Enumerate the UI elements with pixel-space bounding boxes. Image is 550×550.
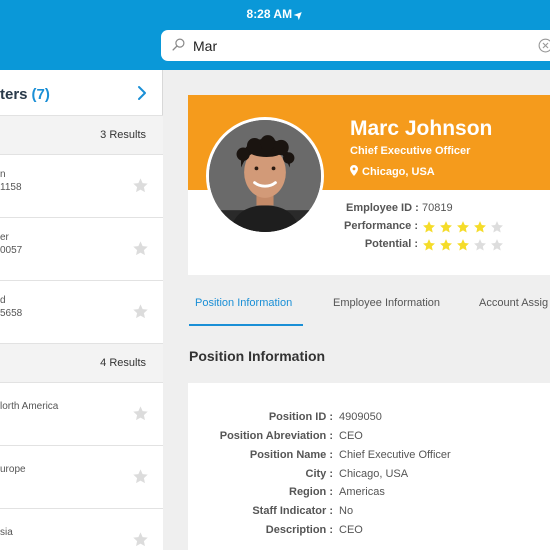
favorite-star-icon[interactable] (132, 177, 149, 194)
potential-label: Potential : (364, 238, 418, 250)
performance-rating (422, 220, 504, 234)
status-time-text: 8:28 AM (246, 7, 293, 21)
star-filled-icon (423, 221, 435, 233)
chevron-right-icon[interactable] (136, 85, 148, 101)
performance-label: Performance : (344, 220, 418, 232)
location-pin-icon (350, 165, 358, 176)
list-item[interactable]: er 0057 (0, 218, 163, 281)
detail-tabs: Position Information Employee Informatio… (188, 285, 550, 327)
section-title: Position Information (189, 348, 326, 364)
position-id-value: 4909050 (339, 411, 382, 423)
position-id-label: Position ID : (268, 411, 333, 423)
list-item[interactable]: d 5658 (0, 281, 163, 344)
star-filled-icon (474, 221, 486, 233)
list-item-id: 5658 (0, 308, 23, 319)
tab-position-information[interactable]: Position Information (195, 285, 292, 325)
star-empty-icon (491, 239, 503, 251)
list-item[interactable]: n 1158 (0, 155, 163, 218)
potential-rating (422, 238, 504, 252)
status-bar-time: 8:28 AM➤ (0, 7, 550, 23)
list-item-id: 0057 (0, 245, 23, 256)
city-value: Chicago, USA (339, 468, 409, 480)
results-list-title: ters (7) (0, 86, 50, 103)
star-empty-icon (491, 221, 503, 233)
results-list-header[interactable]: ters (7) (0, 70, 163, 116)
list-item-name: d (0, 295, 6, 306)
favorite-star-icon[interactable] (132, 531, 149, 548)
staff-indicator-label: Staff Indicator : (252, 505, 333, 517)
position-name-value: Chief Executive Officer (339, 449, 451, 461)
top-bar: 8:28 AM➤ (0, 0, 550, 70)
employee-id-value: 70819 (422, 202, 453, 214)
employee-name: Marc Johnson (350, 117, 493, 140)
avatar-photo (209, 120, 321, 232)
search-input[interactable] (193, 30, 523, 61)
list-item[interactable]: urope (0, 446, 163, 509)
employee-profile-card: Marc Johnson Chief Executive Officer Chi… (188, 95, 550, 275)
employee-title: Chief Executive Officer (350, 145, 471, 157)
region-value: Americas (339, 486, 385, 498)
list-item-name: sia (0, 527, 13, 538)
section-header-1: 3 Results (0, 116, 163, 155)
section-results-count: 3 Results (100, 129, 146, 141)
section-header-2: 4 Results (0, 344, 163, 383)
favorite-star-icon[interactable] (132, 240, 149, 257)
star-filled-icon (440, 221, 452, 233)
staff-indicator-value: No (339, 505, 354, 517)
position-name-label: Position Name : (249, 449, 333, 461)
location-arrow-icon: ➤ (292, 8, 307, 23)
list-item-id: 1158 (0, 182, 22, 193)
position-info-card: Position ID : 4909050 Position Abreviati… (188, 383, 550, 550)
tab-employee-information[interactable]: Employee Information (333, 285, 440, 325)
favorite-star-icon[interactable] (132, 303, 149, 320)
region-label: Region : (289, 486, 333, 498)
employee-location: Chicago, USA (350, 165, 435, 178)
list-item-name: n (0, 169, 6, 180)
search-icon (172, 38, 185, 51)
list-item[interactable]: sia (0, 509, 163, 550)
employee-location-text: Chicago, USA (362, 166, 435, 178)
position-abbreviation-label: Position Abreviation : (219, 430, 333, 442)
results-list-title-text: ters (0, 86, 28, 103)
results-list-panel: ters (7) 3 Results n 1158 er 0057 d 5658 … (0, 70, 163, 550)
clear-search-icon[interactable] (538, 38, 550, 53)
results-count: (7) (31, 86, 50, 103)
employee-avatar (206, 117, 324, 235)
star-filled-icon (423, 239, 435, 251)
list-item-name: er (0, 232, 9, 243)
section-results-count: 4 Results (100, 357, 146, 369)
position-abbreviation-value: CEO (339, 430, 363, 442)
star-empty-icon (474, 239, 486, 251)
star-filled-icon (457, 221, 469, 233)
description-label: Description : (265, 524, 333, 536)
city-label: City : (305, 468, 334, 480)
description-value: CEO (339, 524, 363, 536)
tab-account-assignment[interactable]: Account Assig (479, 285, 548, 325)
star-filled-icon (457, 239, 469, 251)
list-item-name: lorth America (0, 401, 59, 412)
employee-id-label: Employee ID : (346, 202, 419, 214)
favorite-star-icon[interactable] (132, 405, 149, 422)
star-filled-icon (440, 239, 452, 251)
list-item-name: urope (0, 464, 26, 475)
favorite-star-icon[interactable] (132, 468, 149, 485)
active-tab-indicator (189, 324, 303, 326)
list-item[interactable]: lorth America (0, 383, 163, 446)
search-bar[interactable] (161, 30, 550, 61)
